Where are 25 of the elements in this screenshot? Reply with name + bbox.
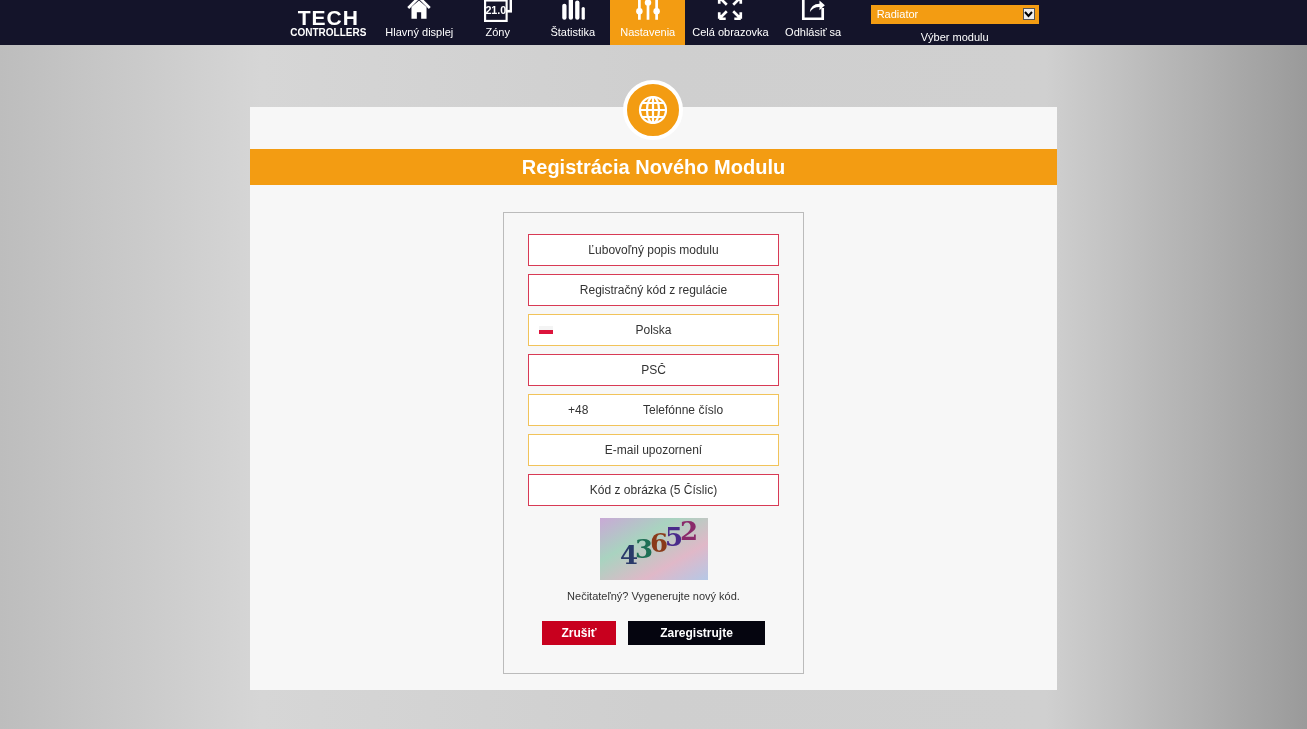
input-field[interactable]: E-mail upozornení	[528, 434, 779, 466]
input-field[interactable]: PSČ	[528, 354, 779, 386]
country-select[interactable]: Polska	[528, 314, 779, 346]
phone-prefix: +48	[568, 403, 589, 417]
globe-icon	[637, 94, 669, 126]
nav-tab[interactable]: Štatistika	[535, 0, 611, 45]
nav-tab[interactable]: Odhlásiť sa	[775, 0, 851, 45]
cancel-button[interactable]: Zrušiť	[542, 620, 616, 645]
caret-icon	[1024, 10, 1034, 18]
captcha-image: 43652	[599, 518, 708, 580]
poland-flag-icon	[539, 326, 553, 334]
share-icon	[799, 0, 828, 22]
nav-tab[interactable]: Celá obrazovka	[685, 0, 776, 45]
nav-tab[interactable]: 21.0 Zóny	[460, 0, 536, 45]
nav-tab[interactable]: Hlavný displej	[378, 0, 461, 45]
panel-title: Registrácia Nového Modulu	[250, 149, 1057, 185]
module-select-label: Výber modulu	[920, 29, 989, 45]
expand-icon	[716, 0, 745, 22]
input-field[interactable]: Kód z obrázka (5 Číslic)	[528, 474, 779, 506]
sliders-icon	[633, 0, 662, 22]
register-button[interactable]: Zaregistrujte	[628, 620, 765, 645]
input-field[interactable]: Registračný kód z regulácie	[528, 274, 779, 306]
logo[interactable]: TECH CONTROLLERS	[278, 0, 379, 45]
regenerate-link[interactable]: Nečitateľný? Vygenerujte nový kód.	[567, 588, 740, 605]
input-field[interactable]: Ľubovoľný popis modulu	[528, 234, 779, 266]
